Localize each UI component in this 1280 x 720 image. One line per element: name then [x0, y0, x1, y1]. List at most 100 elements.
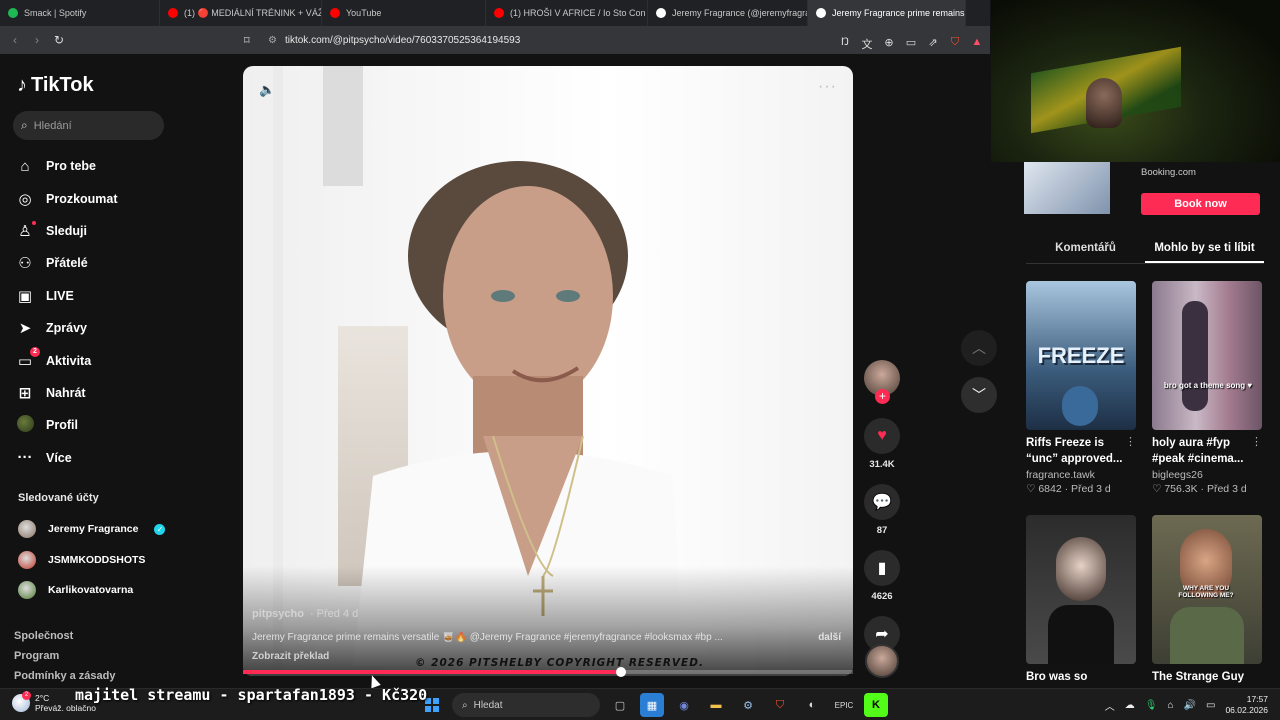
card-author[interactable]: fragrance.tawk [1026, 469, 1136, 481]
steam-icon[interactable]: ⚙ [736, 693, 760, 717]
video-author[interactable]: pitpsycho · Před 4 d [252, 608, 358, 620]
new-content-dot [32, 220, 36, 225]
cloud-icon[interactable]: ☁ [1125, 700, 1135, 711]
browser-tab[interactable]: (1) 🔴 MEDIÁLNÍ TRÉNINK + VÁŽENÍ [160, 0, 322, 26]
creator-avatar[interactable]: + [864, 360, 900, 404]
menu-item-live[interactable]: ▣ LIVE [16, 280, 118, 312]
menu-item-profil[interactable]: Profil [16, 409, 118, 441]
comment-icon[interactable]: 💬 [864, 484, 900, 520]
translate-icon[interactable]: 文 [860, 36, 874, 52]
card-title[interactable]: The Strange Guy [1152, 669, 1262, 685]
browser-tab[interactable]: (1) HROŠI V AFRICE / Io Sto Con Gli Ip [486, 0, 648, 26]
recommended-card[interactable]: bro got a theme song ♥ holy aura #fyp #p… [1152, 281, 1262, 495]
discord-icon[interactable]: ◉ [672, 693, 696, 717]
browser-tab[interactable]: Jeremy Fragrance (@jeremyfragrance) [648, 0, 808, 26]
tiktok-sidebar: ♪ TikTok ⌕ ⌂ Pro tebe ◎ Prozkoumat ♙ Sleduji ⚇… [0, 54, 200, 688]
file-explorer-icon[interactable]: ▬ [704, 693, 728, 717]
menu-item-přátelé[interactable]: ⚇ Přátelé [16, 247, 118, 279]
card-thumbnail[interactable]: WHY ARE YOU FOLLOWING ME? [1152, 515, 1262, 664]
followed-accounts-title: Sledované účty [18, 492, 99, 504]
photos-icon[interactable]: ▦ [640, 693, 664, 717]
zoom-icon[interactable]: ⊕ [882, 36, 896, 52]
share-icon[interactable]: ⇗ [926, 36, 940, 52]
network-icon[interactable]: ⌂ [1168, 700, 1174, 711]
recommended-card[interactable]: WHY ARE YOU FOLLOWING ME? The Strange Gu… [1152, 515, 1262, 685]
epic-games-icon[interactable]: EPIC [832, 693, 856, 717]
menu-item-pro-tebe[interactable]: ⌂ Pro tebe [16, 150, 118, 182]
compass-icon: ◎ [18, 190, 32, 208]
ad-thumbnail[interactable] [1024, 162, 1110, 214]
menu-item-nahrát[interactable]: ⊞ Nahrát [16, 377, 118, 409]
search-input[interactable] [33, 119, 144, 132]
microphone-icon[interactable]: 🎙 [1145, 700, 1158, 711]
video-player[interactable]: 🔈 ··· pitpsycho · Před 4 d Jeremy Fragran… [243, 66, 853, 676]
recommended-card[interactable]: Bro was so [1026, 515, 1136, 685]
follow-plus-icon[interactable]: + [875, 389, 890, 404]
footer-link[interactable]: Společnost [14, 630, 116, 650]
tab-recommended[interactable]: Mohlo by se ti líbit [1145, 234, 1264, 263]
card-thumbnail[interactable] [1026, 515, 1136, 664]
menu-item-více[interactable]: ··· Více [16, 442, 118, 474]
menu-item-zprávy[interactable]: ➤ Zprávy [16, 312, 118, 344]
cast-icon[interactable]: ▭ [904, 36, 918, 52]
next-video-button[interactable]: ﹀ [961, 377, 997, 413]
browser-tab[interactable]: YouTube [322, 0, 486, 26]
no-tracking-icon[interactable]: Ŋ [838, 36, 852, 52]
browser-tab[interactable]: Smack | Spotify [0, 0, 160, 26]
followed-account[interactable]: Karlikovatovarna [18, 575, 165, 606]
battery-icon[interactable]: ▭ [1206, 700, 1215, 711]
tiktok-logo[interactable]: ♪ TikTok [17, 74, 94, 97]
url-text[interactable]: tiktok.com/@pitpsycho/video/760337052536… [285, 35, 520, 46]
footer-link[interactable]: Program [14, 650, 116, 670]
show-translation-button[interactable]: Zobrazit překlad [252, 651, 329, 662]
card-thumbnail[interactable]: bro got a theme song ♥ [1152, 281, 1262, 430]
card-author[interactable]: bigleegs26 [1152, 469, 1262, 481]
menu-item-prozkoumat[interactable]: ◎ Prozkoumat [16, 182, 117, 214]
card-title[interactable]: holy aura #fyp #peak #cinema... [1152, 435, 1262, 467]
mute-icon[interactable]: 🔈 [259, 82, 275, 98]
kick-icon[interactable]: K [864, 693, 888, 717]
followed-account[interactable]: Jeremy Fragrance ✓ [18, 514, 166, 545]
app-icon[interactable]: ◐ [800, 693, 824, 717]
reload-icon[interactable]: ↻ [48, 33, 70, 47]
volume-icon[interactable]: 🔊 [1184, 700, 1196, 711]
bookmark-save-icon[interactable]: ▮ [864, 550, 900, 586]
brave-rewards-icon[interactable]: ▲ [970, 36, 984, 52]
tab-comments[interactable]: Komentářů [1026, 234, 1145, 263]
browser-tab[interactable]: Jeremy Fragrance prime remains✕ [808, 0, 966, 26]
bookmark-icon[interactable]: ⌑ [244, 34, 258, 47]
card-menu-icon[interactable]: ⋮ [1251, 435, 1262, 448]
tray-chevron-icon[interactable]: ︿ [1105, 698, 1115, 713]
card-thumbnail[interactable]: FREEZE [1026, 281, 1136, 430]
followed-account[interactable]: JSMMKODDSHOTS [18, 545, 165, 576]
save-action[interactable]: ▮ 4626 [862, 550, 902, 602]
video-progress-bar[interactable] [243, 667, 853, 677]
brave-icon[interactable]: ⛉ [768, 693, 792, 717]
forward-icon[interactable]: › [26, 33, 48, 47]
task-view-icon[interactable]: ▢ [608, 693, 632, 717]
previous-video-button[interactable]: ︿ [961, 330, 997, 366]
caption-more-button[interactable]: další [818, 632, 841, 643]
menu-item-label: Sleduji [46, 223, 87, 238]
author-name[interactable]: pitpsycho [252, 608, 304, 620]
menu-item-aktivita[interactable]: ▭ Aktivita 2 [16, 344, 118, 376]
card-menu-icon[interactable]: ⋮ [1125, 435, 1136, 448]
card-title[interactable]: Bro was so [1026, 669, 1136, 685]
card-title[interactable]: Riffs Freeze is “unc” approved... [1026, 435, 1136, 467]
sound-avatar[interactable] [865, 644, 899, 678]
brave-shield-icon[interactable]: ⛉ [948, 36, 962, 52]
book-now-button[interactable]: Book now [1141, 193, 1260, 215]
menu-item-sleduji[interactable]: ♙ Sleduji [16, 215, 118, 247]
heart-icon[interactable]: ♥ [864, 418, 900, 454]
site-info-icon[interactable]: ⚙ [268, 35, 277, 46]
search-box[interactable]: ⌕ [13, 111, 164, 140]
like-action[interactable]: ♥ 31.4K [862, 418, 902, 470]
address-bar[interactable]: ⌑ ⚙ tiktok.com/@pitpsycho/video/76033705… [244, 30, 990, 52]
taskbar-search[interactable]: ⌕ Hledat [452, 693, 600, 717]
more-options-icon[interactable]: ··· [818, 78, 837, 96]
comment-action[interactable]: 💬 87 [862, 484, 902, 536]
clock[interactable]: 17:57 06.02.2026 [1225, 694, 1268, 716]
recommended-card[interactable]: FREEZE Riffs Freeze is “unc” approved...… [1026, 281, 1136, 495]
back-icon[interactable]: ‹ [4, 33, 26, 47]
menu-item-label: Zprávy [46, 321, 87, 336]
